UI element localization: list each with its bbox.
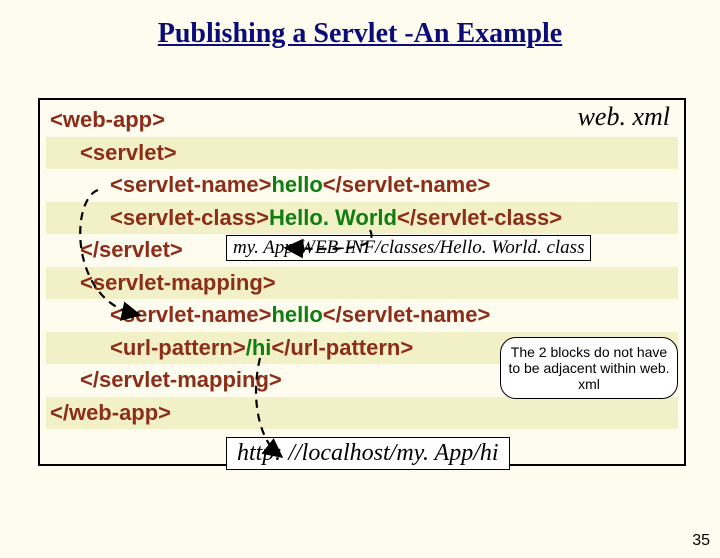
page-number: 35 <box>692 532 710 550</box>
code-panel: web. xml <web-app> <servlet> <servlet-na… <box>38 98 686 466</box>
slide-title: Publishing a Servlet -An Example <box>0 18 720 50</box>
